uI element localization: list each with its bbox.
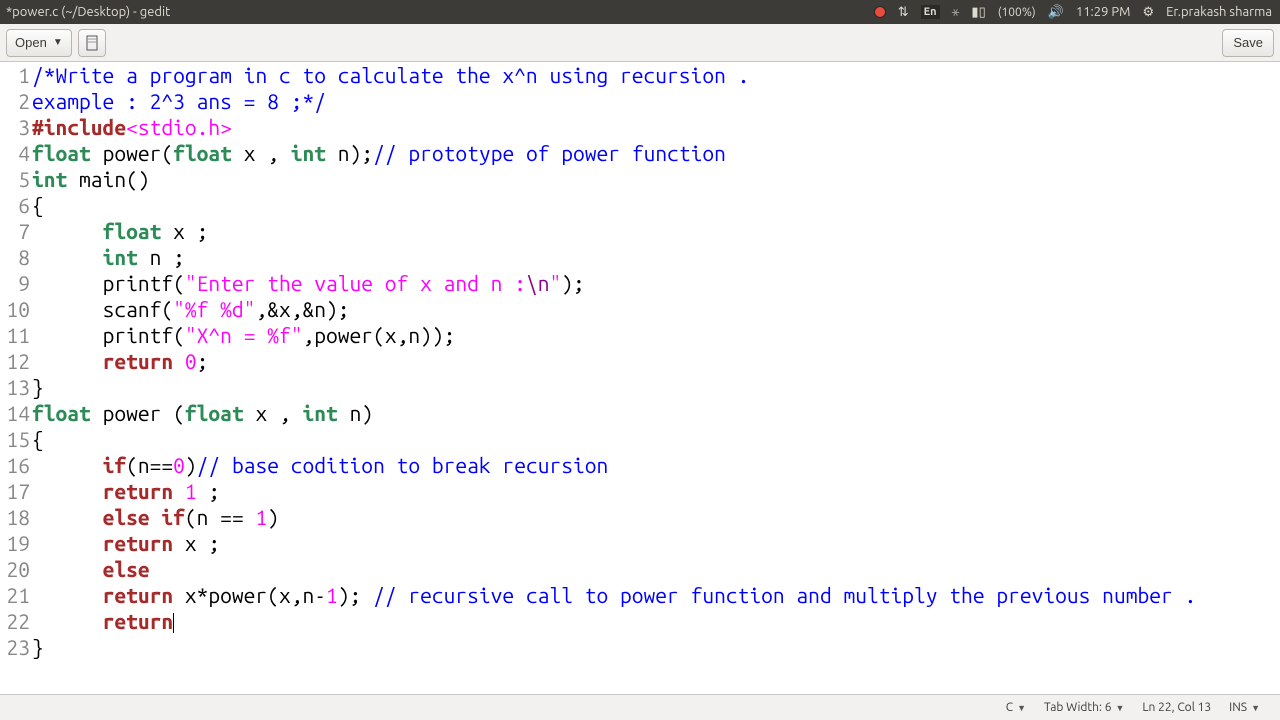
line-number: 22 (0, 608, 32, 634)
open-button-label: Open (15, 35, 47, 50)
text-cursor (173, 613, 174, 633)
chevron-down-icon: ▼ (1251, 703, 1260, 713)
code-line: 8 int n ; (0, 244, 1280, 270)
line-number: 15 (0, 426, 32, 452)
chevron-down-icon: ▼ (1017, 703, 1026, 713)
code-editor[interactable]: 1/*Write a program in c to calculate the… (0, 62, 1280, 694)
code-line: 5int main() (0, 166, 1280, 192)
chevron-down-icon: ▼ (53, 37, 63, 48)
save-button[interactable]: Save (1222, 29, 1274, 57)
line-number: 19 (0, 530, 32, 556)
new-document-icon (84, 35, 100, 51)
line-number: 16 (0, 452, 32, 478)
tab-width-selector[interactable]: Tab Width: 6▼ (1044, 701, 1124, 714)
battery-icon[interactable]: ▮▯ (971, 5, 985, 20)
menubar-right: ⇅ En ⚹ ▮▯ (100%) 🔊 11:29 PM ⚙ Er.prakash… (874, 5, 1280, 20)
code-line: 9 printf("Enter the value of x and n :\n… (0, 270, 1280, 296)
chevron-down-icon: ▼ (1115, 703, 1124, 713)
line-number: 13 (0, 374, 32, 400)
code-line: 12 return 0; (0, 348, 1280, 374)
user-name[interactable]: Er.prakash sharma (1166, 5, 1272, 19)
line-number: 6 (0, 192, 32, 218)
line-number: 12 (0, 348, 32, 374)
line-number: 17 (0, 478, 32, 504)
code-line: 23} (0, 634, 1280, 660)
code-line: 1/*Write a program in c to calculate the… (0, 62, 1280, 88)
code-line: 10 scanf("%f %d",&x,&n); (0, 296, 1280, 322)
code-line: 21 return x*power(x,n-1); // recursive c… (0, 582, 1280, 608)
new-document-button[interactable] (78, 29, 106, 57)
code-line: 7 float x ; (0, 218, 1280, 244)
cursor-position: Ln 22, Col 13 (1142, 701, 1211, 714)
toolbar: Open ▼ Save (0, 24, 1280, 62)
statusbar: C▼ Tab Width: 6▼ Ln 22, Col 13 INS▼ (0, 694, 1280, 720)
code-line: 15{ (0, 426, 1280, 452)
language-indicator[interactable]: En (921, 5, 940, 19)
line-number: 10 (0, 296, 32, 322)
line-number: 8 (0, 244, 32, 270)
code-line: 17 return 1 ; (0, 478, 1280, 504)
open-button[interactable]: Open ▼ (6, 29, 72, 57)
code-line: 13} (0, 374, 1280, 400)
code-line: 2example : 2^3 ans = 8 ;*/ (0, 88, 1280, 114)
code-line: 4float power(float x , int n);// prototy… (0, 140, 1280, 166)
code-line: 18 else if(n == 1) (0, 504, 1280, 530)
code-line: 19 return x ; (0, 530, 1280, 556)
code-line: 22 return (0, 608, 1280, 634)
code-line: 14float power (float x , int n) (0, 400, 1280, 426)
line-number: 14 (0, 400, 32, 426)
code-line: 11 printf("X^n = %f",power(x,n)); (0, 322, 1280, 348)
bluetooth-icon[interactable]: ⚹ (952, 5, 960, 20)
line-number: 4 (0, 140, 32, 166)
language-selector[interactable]: C▼ (1006, 701, 1026, 714)
line-number: 23 (0, 634, 32, 660)
line-number: 5 (0, 166, 32, 192)
record-indicator-icon (874, 6, 886, 18)
line-number: 3 (0, 114, 32, 140)
line-number: 7 (0, 218, 32, 244)
battery-text: (100%) (998, 6, 1036, 19)
code-line: 3#include<stdio.h> (0, 114, 1280, 140)
line-number: 11 (0, 322, 32, 348)
window-title: *power.c (~/Desktop) - gedit (0, 5, 874, 19)
code-line: 6{ (0, 192, 1280, 218)
line-number: 2 (0, 88, 32, 114)
network-icon[interactable]: ⇅ (898, 5, 909, 20)
save-button-label: Save (1233, 35, 1263, 50)
line-number: 9 (0, 270, 32, 296)
line-number: 21 (0, 582, 32, 608)
sound-icon[interactable]: 🔊 (1048, 5, 1064, 20)
insert-mode[interactable]: INS▼ (1229, 701, 1260, 714)
menubar: *power.c (~/Desktop) - gedit ⇅ En ⚹ ▮▯ (… (0, 0, 1280, 24)
gear-icon[interactable]: ⚙ (1142, 5, 1154, 20)
line-number: 1 (0, 62, 32, 88)
code-line: 16 if(n==0)// base codition to break rec… (0, 452, 1280, 478)
line-number: 18 (0, 504, 32, 530)
line-number: 20 (0, 556, 32, 582)
code-line: 20 else (0, 556, 1280, 582)
clock[interactable]: 11:29 PM (1076, 5, 1131, 19)
